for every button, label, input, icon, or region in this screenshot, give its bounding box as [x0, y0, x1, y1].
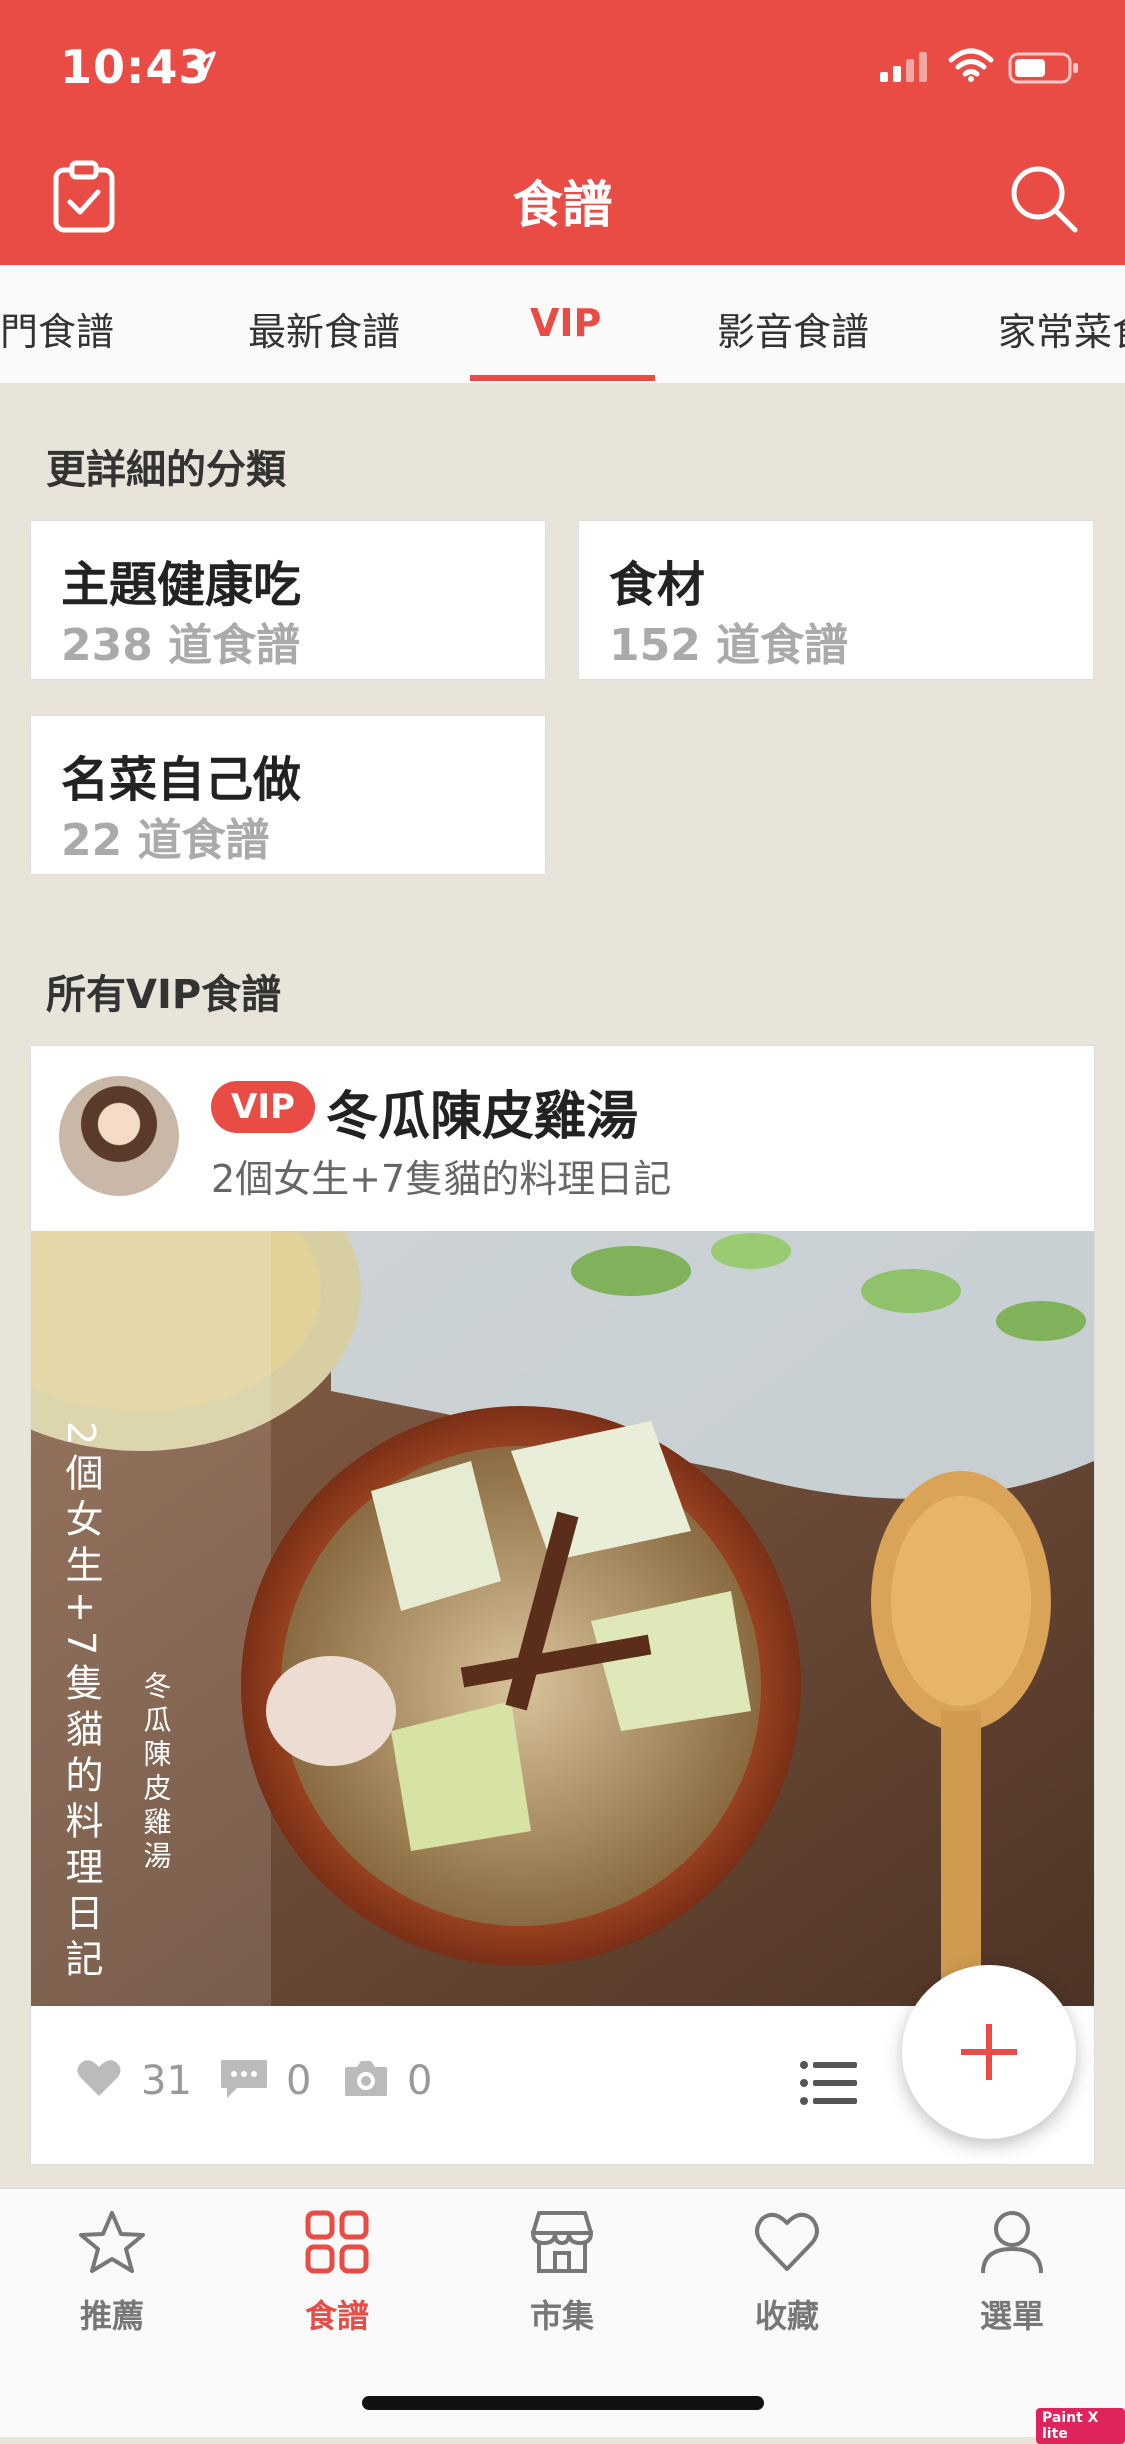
comment-count: 0	[286, 2058, 312, 2104]
recipe-title[interactable]: 冬瓜陳皮雞湯	[326, 1074, 638, 1149]
nav-item-recipes[interactable]: 食譜	[262, 2209, 412, 2337]
battery-icon	[1008, 52, 1078, 84]
home-indicator	[362, 2396, 764, 2410]
nav-item-recommend[interactable]: 推薦	[37, 2209, 187, 2337]
tab-active-indicator	[470, 375, 655, 381]
category-card[interactable]: 食材 152 道食譜	[578, 520, 1094, 680]
category-count: 22 道食譜	[61, 815, 270, 866]
category-card[interactable]: 名菜自己做 22 道食譜	[30, 715, 546, 875]
recipe-photo[interactable]: 2個女生+7隻貓的料理日記 冬瓜陳皮雞湯	[31, 1231, 1094, 2006]
wifi-icon	[948, 48, 994, 82]
author-avatar[interactable]	[59, 1076, 179, 1196]
category-card[interactable]: 主題健康吃 238 道食譜	[30, 520, 546, 680]
tab-latest[interactable]: 最新食譜	[248, 301, 400, 356]
nav-label: 食譜	[304, 2297, 369, 2335]
top-bar: 10:43 食譜	[0, 0, 1125, 265]
star-icon	[79, 2211, 145, 2273]
photo-caption-main: 2個女生+7隻貓的料理日記	[59, 1421, 103, 1985]
camera-icon[interactable]	[343, 2058, 389, 2098]
category-tabs: 熱門食譜 最新食譜 VIP 影音食譜 家常菜食譜	[0, 265, 1125, 383]
like-count: 31	[141, 2058, 192, 2104]
category-name: 食材	[609, 557, 706, 613]
store-icon	[530, 2211, 594, 2273]
user-icon	[981, 2211, 1043, 2274]
category-count: 238 道食譜	[61, 620, 301, 671]
like-icon[interactable]	[76, 2058, 122, 2098]
list-icon[interactable]	[799, 2058, 859, 2108]
tab-popular[interactable]: 熱門食譜	[0, 301, 114, 356]
tab-home-cooking[interactable]: 家常菜食譜	[998, 301, 1125, 356]
page-title: 食譜	[512, 176, 613, 234]
heart-icon	[755, 2212, 819, 2271]
recipe-author[interactable]: 2個女生+7隻貓的料理日記	[211, 1148, 671, 1203]
location-arrow-icon	[190, 51, 216, 78]
category-count: 152 道食譜	[609, 620, 849, 671]
photo-count: 0	[407, 2058, 433, 2104]
clipboard-check-icon[interactable]	[52, 160, 116, 234]
tab-vip[interactable]: VIP	[530, 301, 601, 345]
tab-video[interactable]: 影音食譜	[717, 301, 869, 356]
watermark-badge: Paint X lite	[1036, 2408, 1125, 2444]
plus-icon	[961, 2024, 1017, 2080]
photo-caption-sub: 冬瓜陳皮雞湯	[140, 1671, 173, 1875]
category-name: 主題健康吃	[61, 557, 302, 613]
nav-label: 選單	[979, 2297, 1044, 2335]
recipe-photo-illustration: 2個女生+7隻貓的料理日記 冬瓜陳皮雞湯	[31, 1231, 1094, 2006]
add-recipe-button[interactable]	[902, 1965, 1076, 2139]
search-icon[interactable]	[1005, 160, 1085, 240]
nav-label: 收藏	[754, 2297, 819, 2335]
grid-icon	[305, 2210, 369, 2274]
signal-icon	[880, 52, 927, 82]
nav-item-favorites[interactable]: 收藏	[712, 2209, 862, 2337]
nav-item-market[interactable]: 市集	[487, 2209, 637, 2337]
vip-badge: VIP	[211, 1081, 315, 1133]
comment-icon[interactable]	[219, 2058, 269, 2100]
categories-heading: 更詳細的分類	[46, 447, 286, 493]
category-name: 名菜自己做	[61, 752, 302, 808]
nav-item-menu[interactable]: 選單	[937, 2209, 1087, 2337]
vip-recipes-heading: 所有VIP食譜	[46, 972, 282, 1018]
nav-label: 市集	[529, 2297, 594, 2335]
nav-label: 推薦	[79, 2297, 144, 2335]
